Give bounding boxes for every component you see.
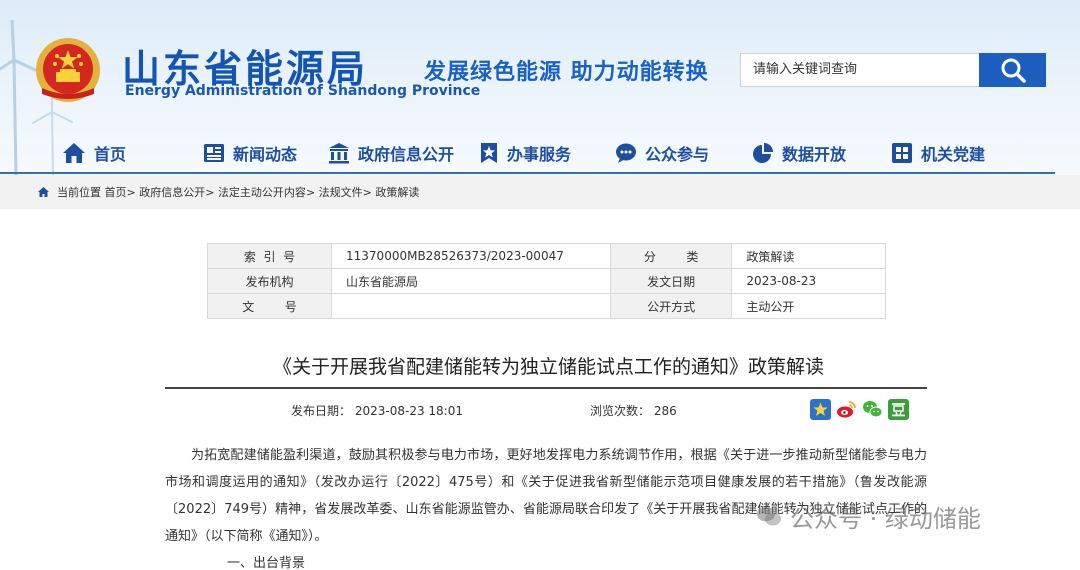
view-count: 浏览次数： 286 — [590, 402, 677, 419]
weibo-icon — [837, 401, 856, 418]
publish-date: 发布日期： 2023-08-23 18:01 — [291, 402, 463, 419]
party-building-icon — [892, 143, 912, 163]
watermark-text: 公众号 · 绿动储能 — [790, 504, 981, 533]
pie-chart-icon — [753, 143, 773, 163]
search-input[interactable]: 请输入关键词查询 — [740, 53, 980, 87]
breadcrumb-link-policy-interpretation[interactable]: 政策解读 — [375, 184, 419, 200]
publish-date-value: 2023-08-23 18:01 — [354, 404, 463, 418]
nav-item-label: 新闻动态 — [233, 145, 298, 164]
article-paragraph: 为拓宽配建储能盈利渠道，鼓励其积极参与电力市场，更好地发挥电力系统调节作用，根据… — [165, 448, 927, 544]
meta-value: 11370000MB28526373/2023-00047 — [331, 243, 611, 269]
government-building-icon — [329, 143, 349, 164]
nav-item-party-building[interactable]: 机关党建 — [891, 136, 985, 170]
meta-label: 发文日期 — [609, 268, 733, 294]
breadcrumb: 当前位置 首页 > 政府信息公开 > 法定主动公开内容 > 法规文件 > 政策解… — [38, 175, 419, 209]
nav-item-label: 首页 — [94, 145, 127, 164]
meta-value: 主动公开 — [731, 293, 886, 319]
meta-label: 文 号 — [206, 293, 333, 319]
article-paragraph: 一、出台背景 — [227, 556, 306, 570]
meta-label: 公开方式 — [609, 293, 733, 319]
view-count-value: 286 — [653, 404, 677, 418]
breadcrumb-separator: > — [126, 185, 136, 199]
nav-item-label: 政府信息公开 — [358, 145, 455, 164]
wechat-icon — [863, 401, 883, 418]
breadcrumb-link-home[interactable]: 首页 — [105, 184, 127, 200]
search-icon — [1001, 58, 1026, 83]
share-qzone-button[interactable] — [810, 399, 831, 420]
title-divider — [165, 387, 927, 389]
breadcrumb-link-gov-info[interactable]: 政府信息公开 — [139, 184, 205, 200]
table-row: 索 引 号 11370000MB28526373/2023-00047 分 类 … — [206, 243, 886, 269]
site-header: 山东省能源局 Energy Administration of Shandong… — [0, 0, 1080, 175]
breadcrumb-separator: > — [362, 185, 372, 199]
nav-underline-divider — [0, 172, 1055, 174]
wechat-watermark: 公众号 · 绿动储能 — [756, 499, 981, 533]
breadcrumb-separator: > — [205, 185, 215, 199]
qzone-star-icon — [813, 402, 828, 416]
site-slogan: 发展绿色能源 助力动能转换 — [424, 60, 709, 85]
publish-date-label: 发布日期： — [291, 404, 352, 418]
nav-item-services[interactable]: 办事服务 — [479, 136, 571, 170]
nav-item-label: 公众参与 — [645, 145, 710, 164]
meta-value: 山东省能源局 — [331, 268, 611, 294]
breadcrumb-separator: > — [305, 185, 316, 199]
home-icon — [38, 187, 49, 197]
main-nav: 首页 新闻动态 政府信息公开 办事服务 公众参与 数据开放 机关党建 — [0, 136, 1080, 170]
national-emblem-icon — [36, 38, 100, 102]
newspaper-icon — [204, 144, 224, 162]
meta-label: 发布机构 — [206, 268, 333, 294]
nav-item-label: 机关党建 — [921, 145, 986, 164]
star-bookmark-icon — [481, 143, 497, 163]
nav-item-participation[interactable]: 公众参与 — [615, 136, 709, 170]
share-wechat-button[interactable] — [862, 399, 883, 420]
wechat-icon — [757, 506, 781, 526]
meta-label: 分 类 — [609, 243, 733, 269]
nav-item-label: 办事服务 — [507, 145, 572, 164]
breadcrumb-link-regulations[interactable]: 法规文件 — [319, 184, 363, 200]
nav-item-home[interactable]: 首页 — [62, 136, 126, 170]
document-meta-table: 索 引 号 11370000MB28526373/2023-00047 分 类 … — [206, 243, 886, 319]
nav-item-open-data[interactable]: 数据开放 — [752, 136, 846, 170]
table-row: 文 号 公开方式 主动公开 — [206, 293, 886, 319]
meta-value — [331, 293, 611, 319]
table-row: 发布机构 山东省能源局 发文日期 2023-08-23 — [206, 268, 886, 294]
breadcrumb-link-public-content[interactable]: 法定主动公开内容 — [218, 184, 306, 200]
douban-icon — [892, 403, 905, 417]
nav-item-label: 数据开放 — [782, 145, 847, 164]
meta-label: 索 引 号 — [206, 243, 333, 269]
meta-value: 2023-08-23 — [731, 268, 886, 294]
breadcrumb-prefix: 当前位置 — [57, 186, 101, 199]
chat-bubble-icon — [616, 143, 636, 163]
breadcrumb-bar: 当前位置 首页 > 政府信息公开 > 法定主动公开内容 > 法规文件 > 政策解… — [0, 175, 1080, 209]
share-douban-button[interactable] — [888, 399, 909, 420]
share-weibo-button[interactable] — [836, 399, 857, 420]
meta-value: 政策解读 — [731, 243, 886, 269]
nav-item-gov-info[interactable]: 政府信息公开 — [328, 136, 454, 170]
home-icon — [63, 143, 85, 163]
view-count-label: 浏览次数： — [590, 404, 651, 418]
article-title: 《关于开展我省配建储能转为独立储能试点工作的通知》政策解读 — [272, 356, 824, 378]
search-button[interactable] — [979, 53, 1046, 87]
nav-item-news[interactable]: 新闻动态 — [203, 136, 297, 170]
